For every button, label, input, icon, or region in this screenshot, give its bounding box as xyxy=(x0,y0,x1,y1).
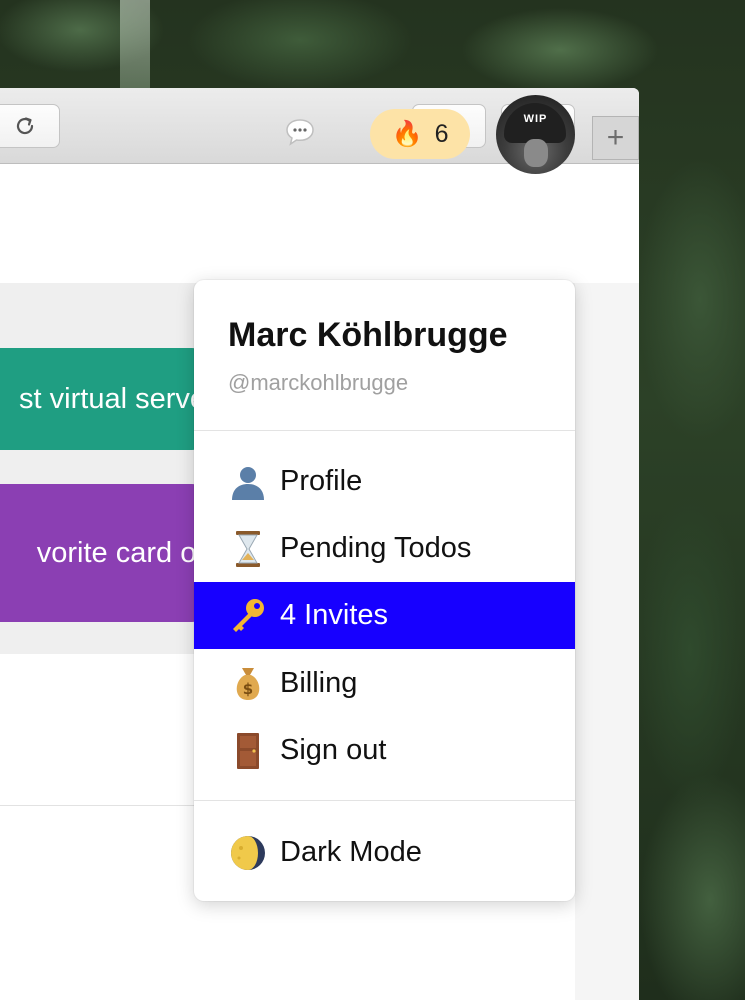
person-icon xyxy=(232,466,264,500)
streak-badge[interactable]: 🔥 6 xyxy=(370,109,470,159)
user-handle: @marckohlbrugge xyxy=(228,370,409,395)
menu-item-label: Billing xyxy=(280,667,358,699)
project-card-purple[interactable]: vorite card or xyxy=(0,484,200,622)
moon-icon xyxy=(231,835,265,870)
user-menu-dropdown: Marc Köhlbrugge @marckohlbrugge Profile … xyxy=(194,280,575,901)
key-icon xyxy=(233,598,264,632)
avatar-badge-text: WIP xyxy=(523,113,548,125)
menu-item-label: 4 Invites xyxy=(280,599,388,631)
reload-icon xyxy=(16,117,34,135)
streak-count: 6 xyxy=(434,119,449,148)
new-tab-button[interactable]: + xyxy=(592,116,639,160)
door-icon xyxy=(237,732,259,769)
menu-item-label: Dark Mode xyxy=(280,836,422,868)
menu-item-label: Sign out xyxy=(280,734,387,766)
menu-item-sign-out[interactable]: Sign out xyxy=(194,717,575,784)
menu-item-invites[interactable]: 4 Invites xyxy=(194,582,575,649)
menu-item-billing[interactable]: $ Billing xyxy=(194,650,575,717)
menu-divider xyxy=(194,800,575,801)
menu-item-label: Profile xyxy=(280,465,363,497)
page-gutter xyxy=(575,283,639,1000)
plus-icon: + xyxy=(606,121,625,154)
menu-item-dark-mode[interactable]: Dark Mode xyxy=(194,819,575,886)
page-header xyxy=(0,165,639,283)
project-card-green[interactable]: st virtual serve xyxy=(0,348,200,450)
card-text: vorite card or xyxy=(36,536,200,569)
menu-item-label: Pending Todos xyxy=(280,532,472,564)
menu-item-profile[interactable]: Profile xyxy=(194,448,575,515)
reload-button[interactable] xyxy=(0,104,60,148)
user-name: Marc Köhlbrugge xyxy=(228,316,508,354)
avatar-face xyxy=(524,139,548,167)
background-sky xyxy=(120,0,150,90)
avatar[interactable]: WIP xyxy=(496,95,575,174)
menu-item-pending-todos[interactable]: Pending Todos xyxy=(194,515,575,582)
chat-bubble-icon[interactable] xyxy=(284,117,316,147)
hourglass-icon xyxy=(236,530,260,567)
money-bag-icon: $ xyxy=(236,667,260,700)
menu-divider xyxy=(194,430,575,431)
card-text: st virtual serve xyxy=(19,382,200,415)
fire-icon: 🔥 xyxy=(391,119,423,148)
svg-text:$: $ xyxy=(243,680,253,698)
